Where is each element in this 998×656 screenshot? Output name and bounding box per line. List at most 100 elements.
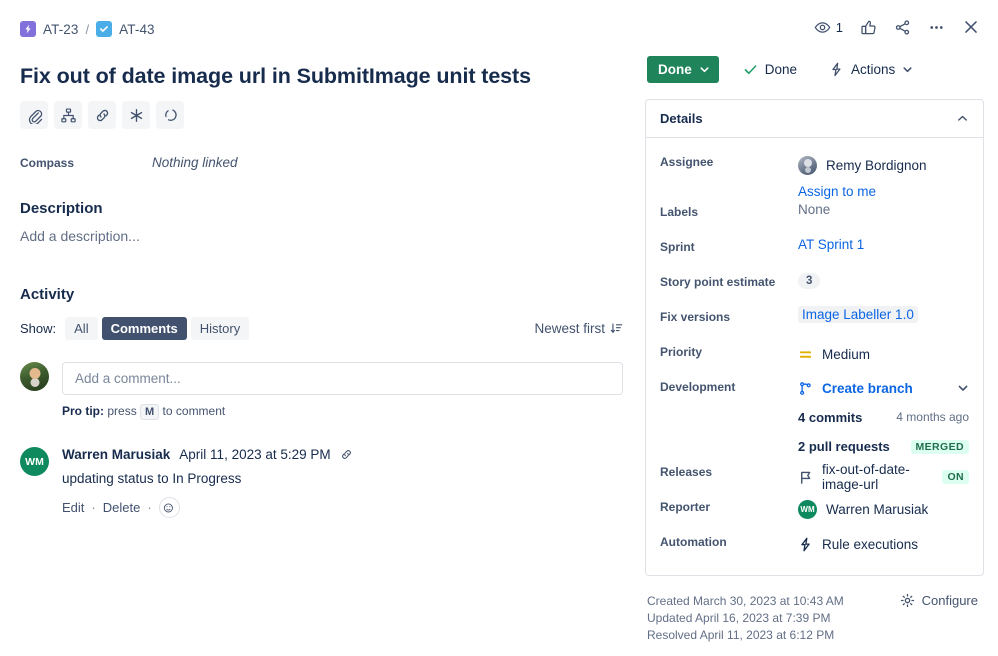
- page-title: Fix out of date image url in SubmitImage…: [20, 64, 531, 88]
- priority-value-row[interactable]: Medium: [798, 340, 969, 366]
- priority-value: Medium: [822, 346, 871, 362]
- link-issue-icon[interactable]: [88, 101, 116, 129]
- create-branch-row[interactable]: Create branch: [798, 375, 969, 401]
- fix-versions-label: Fix versions: [660, 310, 731, 324]
- automation-value: Rule executions: [822, 536, 919, 552]
- avatar: [20, 362, 49, 391]
- configure-label: Configure: [921, 593, 978, 608]
- close-icon[interactable]: [962, 18, 980, 36]
- field-releases: Releases fix-out-of-date-image-url ON: [660, 460, 969, 494]
- avatar: WM: [798, 499, 817, 519]
- created-timestamp: Created March 30, 2023 at 10:43 AM: [647, 594, 844, 608]
- details-panel-header[interactable]: Details: [646, 100, 983, 138]
- actions-button[interactable]: Actions: [821, 56, 921, 83]
- pull-requests-row[interactable]: 2 pull requests MERGED: [798, 433, 969, 459]
- issue-main-column: AT-23 / AT-43 Fix out of date image url …: [0, 0, 645, 656]
- add-reaction-icon[interactable]: [158, 497, 180, 518]
- commits-count: 4 commits: [798, 409, 863, 425]
- breadcrumb-current-link[interactable]: AT-43: [119, 22, 155, 37]
- comment-delete-button[interactable]: Delete: [103, 500, 141, 515]
- issue-meta-footer: Created March 30, 2023 at 10:43 AM Updat…: [645, 593, 984, 644]
- field-automation: Automation Rule executions: [660, 530, 969, 560]
- activity-heading: Activity: [20, 286, 75, 303]
- reporter-value-row[interactable]: WM Warren Marusiak: [798, 495, 969, 521]
- fix-versions-value[interactable]: Image Labeller 1.0: [798, 306, 918, 323]
- comment-actions: Edit · Delete ·: [62, 497, 623, 518]
- activity-tabs: All Comments History: [65, 317, 250, 340]
- field-fix-versions: Fix versions Image Labeller 1.0: [660, 305, 969, 339]
- tab-all[interactable]: All: [65, 317, 98, 340]
- comment-header: Warren Marusiak April 11, 2023 at 5:29 P…: [62, 447, 623, 462]
- sprint-label: Sprint: [660, 240, 695, 254]
- chevron-down-icon: [902, 64, 913, 75]
- tab-history[interactable]: History: [190, 317, 250, 340]
- child-issue-icon[interactable]: [54, 101, 82, 129]
- releases-value-row[interactable]: fix-out-of-date-image-url ON: [798, 460, 969, 492]
- breadcrumb-separator: /: [85, 21, 90, 37]
- add-comment-input[interactable]: [62, 362, 623, 395]
- tab-comments[interactable]: Comments: [101, 317, 187, 340]
- watch-icon[interactable]: 1: [814, 19, 843, 36]
- sort-order-label: Newest first: [534, 321, 605, 336]
- flag-icon: [798, 470, 813, 485]
- configure-button[interactable]: Configure: [900, 593, 984, 608]
- attach-icon[interactable]: [20, 101, 48, 129]
- field-reporter: Reporter WM Warren Marusiak: [660, 495, 969, 529]
- chevron-up-icon[interactable]: [956, 112, 969, 125]
- automation-value-row[interactable]: Rule executions: [798, 530, 969, 556]
- chevron-down-icon: [699, 64, 710, 75]
- breadcrumb: AT-23 / AT-43: [20, 18, 623, 40]
- pull-requests-count: 2 pull requests: [798, 438, 890, 454]
- share-icon[interactable]: [894, 19, 911, 36]
- priority-medium-icon: [798, 347, 813, 362]
- apps-icon[interactable]: [122, 101, 150, 129]
- pro-tip-key: M: [140, 404, 160, 420]
- description-placeholder[interactable]: Add a description...: [20, 228, 623, 244]
- assignee-value-row[interactable]: Remy Bordignon: [798, 152, 969, 178]
- loop-icon[interactable]: [156, 101, 184, 129]
- jira-issue-view: AT-23 / AT-43 Fix out of date image url …: [0, 0, 998, 656]
- assign-to-me-link[interactable]: Assign to me: [798, 184, 969, 199]
- automation-bolt-icon: [829, 62, 844, 77]
- releases-status-badge: ON: [942, 470, 969, 484]
- sprint-value-link[interactable]: AT Sprint 1: [798, 237, 864, 252]
- sort-descending-icon: [610, 322, 623, 335]
- status-toolbar: Done Done Actions: [645, 56, 984, 83]
- reporter-name: Warren Marusiak: [826, 501, 929, 517]
- compass-value: Nothing linked: [152, 155, 238, 170]
- details-panel-body: Assignee Remy Bordignon Assign to me Lab…: [646, 138, 983, 575]
- field-sprint: Sprint AT Sprint 1: [660, 235, 969, 269]
- actions-label: Actions: [851, 62, 896, 77]
- status-dropdown-button[interactable]: Done: [647, 56, 719, 83]
- story-points-value[interactable]: 3: [798, 273, 821, 289]
- field-assignee: Assignee Remy Bordignon Assign to me: [660, 150, 969, 199]
- more-icon[interactable]: [928, 19, 945, 36]
- sort-order-control[interactable]: Newest first: [534, 321, 623, 336]
- like-icon[interactable]: [860, 19, 877, 36]
- labels-value[interactable]: None: [798, 200, 969, 217]
- comment-edit-button[interactable]: Edit: [62, 500, 84, 515]
- resolved-timestamp: Resolved April 11, 2023 at 6:12 PM: [647, 628, 835, 642]
- task-icon: [96, 21, 113, 37]
- description-heading: Description: [20, 200, 103, 217]
- assignee-name: Remy Bordignon: [826, 157, 927, 173]
- priority-label: Priority: [660, 345, 703, 359]
- comment-permalink-icon[interactable]: [340, 448, 353, 461]
- breadcrumb-parent-link[interactable]: AT-23: [43, 22, 79, 37]
- action-separator: ·: [147, 500, 152, 515]
- chevron-down-icon[interactable]: [957, 382, 969, 394]
- status-label: Done: [658, 62, 692, 77]
- issue-details-column: 1 Done Done Actions Details Assignee Rem…: [645, 0, 998, 656]
- done-button[interactable]: Done: [735, 56, 805, 83]
- commits-row[interactable]: 4 commits 4 months ago: [798, 404, 969, 430]
- field-development: Development Create branch 4 commits 4 mo…: [660, 375, 969, 459]
- reporter-label: Reporter: [660, 500, 711, 514]
- development-label: Development: [660, 380, 736, 394]
- commits-time: 4 months ago: [896, 410, 969, 424]
- create-branch-link[interactable]: Create branch: [822, 381, 913, 396]
- status-badge: MERGED: [910, 440, 969, 454]
- add-comment-row: [20, 362, 623, 395]
- comment-author: Warren Marusiak: [62, 447, 171, 462]
- pro-tip-press: press: [107, 404, 137, 418]
- comment-body: updating status to In Progress: [62, 471, 242, 486]
